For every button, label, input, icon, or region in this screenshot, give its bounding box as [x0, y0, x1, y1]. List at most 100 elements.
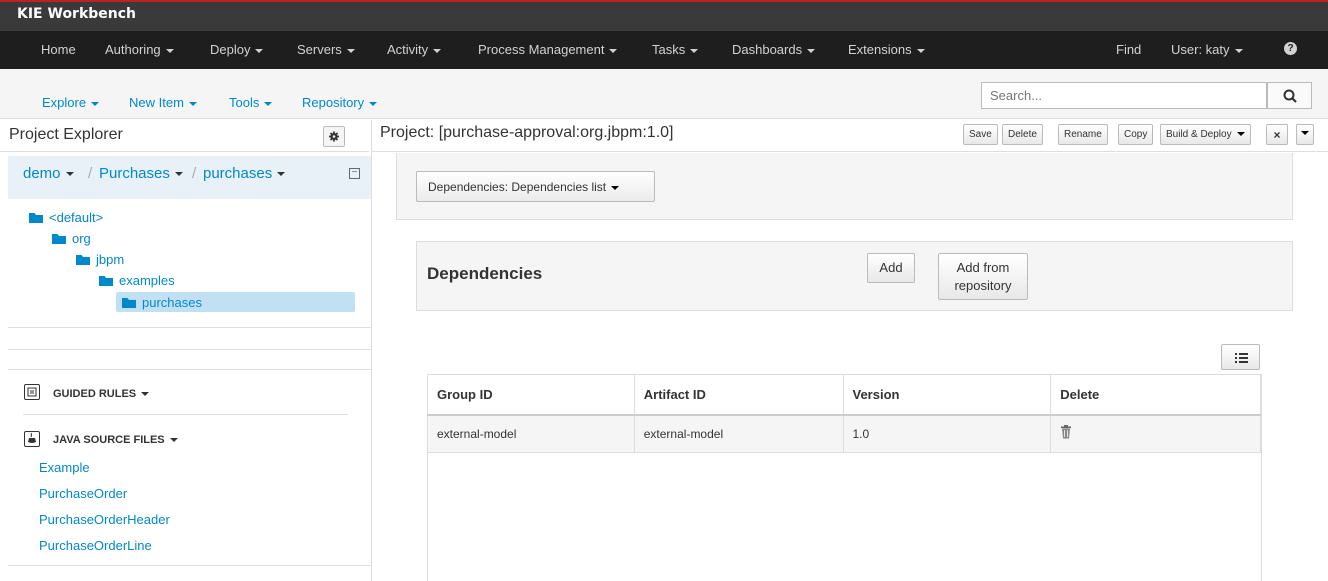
add-dependency-button[interactable]: Add: [867, 253, 915, 283]
nav-find[interactable]: Find: [1116, 42, 1141, 57]
panel-splitter[interactable]: [371, 120, 372, 581]
explorer-header: Project Explorer: [0, 120, 369, 152]
gear-icon: [329, 131, 339, 142]
table-header-row: Group ID Artifact ID Version Delete: [427, 374, 1261, 416]
add-from-repository-button[interactable]: Add from repository: [938, 253, 1028, 300]
help-icon[interactable]: ?: [1284, 42, 1297, 55]
close-icon: ×: [1273, 128, 1281, 142]
nav-extensions[interactable]: Extensions: [848, 42, 925, 57]
repository-label: Repository: [302, 95, 365, 110]
cell-version: 1.0: [842, 414, 1052, 453]
column-header-version[interactable]: Version: [842, 374, 1052, 416]
guided-rules-icon: [24, 384, 40, 400]
nav-process-management[interactable]: Process Management: [478, 42, 618, 57]
tree-item-purchases[interactable]: purchases: [122, 295, 202, 310]
folder-open-icon: [99, 276, 113, 286]
new-item-menu[interactable]: New Item: [129, 95, 197, 110]
chevron-down-icon: [1236, 132, 1245, 137]
breadcrumb-org-unit[interactable]: demo: [23, 165, 74, 182]
divider: [8, 349, 371, 350]
nav-extensions-label: Extensions: [848, 42, 912, 57]
chevron-down-icon: [188, 101, 197, 106]
file-link-purchaseorderline[interactable]: PurchaseOrderLine: [39, 538, 152, 553]
close-button[interactable]: ×: [1266, 124, 1288, 145]
tree-item-label: <default>: [49, 210, 104, 225]
file-link-purchaseorder[interactable]: PurchaseOrder: [39, 486, 127, 501]
breadcrumb-separator: /: [88, 165, 93, 182]
nav-servers[interactable]: Servers: [297, 42, 355, 57]
search-button[interactable]: [1267, 82, 1312, 109]
breadcrumb-project[interactable]: purchases: [203, 165, 286, 182]
nav-authoring[interactable]: Authoring: [105, 42, 174, 57]
category-label: GUIDED RULES: [53, 388, 137, 400]
repository-menu[interactable]: Repository: [302, 95, 378, 110]
chevron-down-icon: [609, 48, 618, 53]
divider: [8, 565, 371, 566]
delete-button[interactable]: Delete: [1002, 124, 1043, 145]
search-icon: [1283, 89, 1297, 103]
cell-artifact-id: external-model: [633, 414, 844, 453]
tree-item-label: org: [72, 231, 91, 246]
chevron-down-icon: [807, 48, 816, 53]
nav-process-management-label: Process Management: [478, 42, 605, 57]
trash-icon[interactable]: [1060, 425, 1072, 439]
nav-deploy[interactable]: Deploy: [210, 42, 264, 57]
column-header-delete[interactable]: Delete: [1050, 374, 1261, 416]
save-button[interactable]: Save: [963, 124, 998, 145]
nav-tasks[interactable]: Tasks: [652, 42, 699, 57]
nav-activity-label: Activity: [387, 42, 429, 57]
tree-item-label: jbpm: [96, 252, 125, 267]
user-label: User: katy: [1171, 42, 1230, 57]
new-item-label: New Item: [129, 95, 184, 110]
chevron-down-icon: [1301, 131, 1309, 136]
nav-authoring-label: Authoring: [105, 42, 161, 57]
view-selector-label: Dependencies: Dependencies list: [428, 180, 607, 194]
tree-item-examples[interactable]: examples: [99, 273, 175, 288]
column-header-group-id[interactable]: Group ID: [427, 374, 635, 416]
nav-home[interactable]: Home: [41, 42, 76, 57]
tree-item-org[interactable]: org: [52, 231, 91, 246]
nav-servers-label: Servers: [297, 42, 342, 57]
tools-menu[interactable]: Tools: [229, 95, 273, 110]
nav-deploy-label: Deploy: [210, 42, 251, 57]
chevron-down-icon: [433, 48, 442, 53]
chevron-down-icon: [277, 172, 286, 177]
tree-item-jbpm[interactable]: jbpm: [76, 252, 124, 267]
build-deploy-label: Build & Deploy: [1166, 129, 1232, 140]
tree-item-default[interactable]: <default>: [29, 210, 103, 225]
category-guided-rules[interactable]: GUIDED RULES: [53, 388, 150, 400]
chevron-down-icon: [346, 48, 355, 53]
explore-menu[interactable]: Explore: [42, 95, 100, 110]
chevron-down-icon: [91, 101, 100, 106]
nav-dashboards[interactable]: Dashboards: [732, 42, 816, 57]
breadcrumb-project-label: purchases: [203, 165, 273, 182]
file-link-purchaseorderheader[interactable]: PurchaseOrderHeader: [39, 512, 170, 527]
nav-user-menu[interactable]: User: katy: [1171, 42, 1243, 57]
list-icon: [1235, 353, 1248, 363]
collapse-icon[interactable]: −: [349, 168, 360, 179]
folder-open-icon: [122, 298, 136, 308]
chevron-down-icon: [369, 101, 378, 106]
view-selector-dropdown[interactable]: Dependencies: Dependencies list: [416, 171, 655, 202]
column-picker-button[interactable]: [1221, 344, 1260, 370]
build-deploy-button[interactable]: Build & Deploy: [1160, 124, 1251, 145]
divider: [8, 369, 371, 370]
chevron-down-icon: [169, 438, 178, 443]
column-header-artifact-id[interactable]: Artifact ID: [633, 374, 844, 416]
breadcrumb-repository[interactable]: Purchases: [99, 165, 183, 182]
file-link-example[interactable]: Example: [39, 460, 90, 475]
nav-activity[interactable]: Activity: [387, 42, 442, 57]
add-from-repo-line1: Add from: [956, 260, 1010, 275]
cell-delete: [1050, 414, 1261, 453]
explorer-settings-button[interactable]: [323, 126, 345, 147]
chevron-down-icon: [690, 48, 699, 53]
project-title: Project: [purchase-approval:org.jbpm:1.0…: [380, 124, 674, 141]
search-input[interactable]: [981, 82, 1267, 109]
breadcrumb-repository-label: Purchases: [99, 165, 170, 182]
category-java-source-files[interactable]: JAVA SOURCE FILES: [53, 434, 178, 446]
rename-button[interactable]: Rename: [1058, 124, 1108, 145]
more-options-button[interactable]: [1296, 124, 1314, 145]
copy-button[interactable]: Copy: [1118, 124, 1154, 145]
divider: [23, 414, 348, 415]
tree-item-label: purchases: [142, 295, 202, 310]
